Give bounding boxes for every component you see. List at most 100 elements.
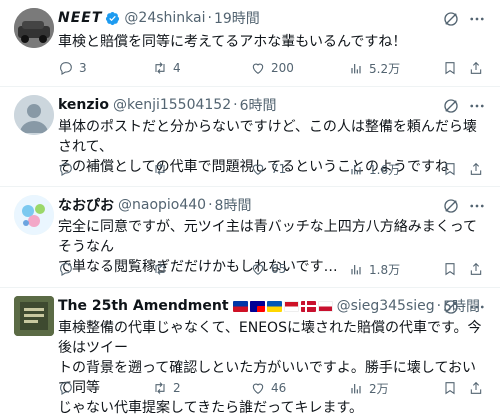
flag-indonesia-icon [283, 300, 299, 312]
handle[interactable]: @24shinkai [124, 10, 205, 26]
like-button[interactable]: 200 [250, 58, 294, 78]
flag-ukraine-icon [266, 300, 282, 312]
text-line: 車検整備の代車じゃなくて、ENEOSに壊された賠償の代車です。今後はツイー [58, 320, 482, 356]
views-button[interactable]: 1.8万 [348, 259, 400, 279]
action-bar: 3 4 200 5.2万 [58, 58, 486, 78]
separator-dot: · [436, 298, 442, 314]
like-count: 65 [271, 262, 287, 276]
like-button[interactable]: 46 [250, 378, 286, 398]
retweet-count: 4 [173, 61, 181, 75]
retweet-count: 2 [173, 381, 181, 395]
views-button[interactable]: 5.2万 [348, 58, 400, 78]
reply-button[interactable] [58, 378, 79, 398]
views-button[interactable]: 2万 [348, 378, 389, 398]
like-count: 200 [271, 61, 294, 75]
share-icon [470, 381, 482, 394]
verified-badge-icon [106, 11, 120, 25]
reply-feed: NEET @24shinkai · 19時間 車検と賠償を同等に考えてるアホな輩… [0, 0, 500, 416]
bookmark-button[interactable] [442, 378, 458, 398]
handle[interactable]: @naopio440 [118, 197, 206, 213]
reply-button[interactable] [58, 159, 79, 179]
heart-icon [252, 63, 264, 74]
reply-icon [60, 382, 72, 395]
tweet-text: 車検と賠償を同等に考えてるアホな輩もいるんですね！ [58, 34, 407, 50]
timestamp[interactable]: 6時間 [240, 95, 277, 115]
tweet[interactable]: なおぴお @naopio440 · 8時間 完全に同意ですが、元ツイ主は青バッチ… [0, 187, 500, 287]
display-name[interactable]: kenzio [58, 97, 109, 113]
more-options-icon[interactable] [468, 10, 486, 28]
flag-greenland-icon [317, 300, 333, 312]
like-button[interactable]: 71 [250, 159, 286, 179]
retweet-button[interactable] [152, 159, 173, 179]
grok-icon[interactable] [442, 298, 460, 316]
reply-icon [60, 263, 72, 276]
view-count: 1.8万 [369, 262, 401, 277]
share-icon [470, 262, 482, 275]
like-button[interactable]: 65 [250, 259, 286, 279]
reply-icon [60, 62, 72, 75]
timestamp[interactable]: 19時間 [214, 8, 260, 28]
tweet[interactable]: The 25th Amendment @sieg345sieg · 5時間 車検… [0, 288, 500, 416]
avatar[interactable] [14, 8, 54, 48]
share-button[interactable] [468, 159, 484, 179]
share-icon [470, 162, 482, 175]
bookmark-icon [445, 263, 455, 276]
reply-icon [60, 163, 72, 176]
view-count: 1.6万 [369, 162, 401, 177]
grok-icon[interactable] [442, 97, 460, 115]
views-icon [351, 384, 361, 394]
avatar[interactable] [14, 195, 54, 235]
views-button[interactable]: 1.6万 [348, 159, 400, 179]
action-bar: 2 46 2万 [58, 378, 486, 398]
retweet-icon [155, 263, 165, 275]
action-bar: 65 1.8万 [58, 259, 486, 279]
share-button[interactable] [468, 378, 484, 398]
share-icon [470, 61, 482, 74]
heart-icon [252, 264, 264, 275]
bookmark-icon [445, 62, 455, 75]
separator-dot: · [207, 10, 212, 26]
more-options-icon[interactable] [468, 298, 486, 316]
heart-icon [252, 164, 264, 175]
grok-icon[interactable] [442, 197, 460, 215]
like-count: 46 [271, 381, 287, 395]
view-count: 5.2万 [369, 61, 401, 76]
action-bar: 71 1.6万 [58, 159, 486, 179]
view-count: 2万 [369, 381, 389, 396]
share-button[interactable] [468, 58, 484, 78]
display-name[interactable]: なおぴお [58, 195, 114, 215]
views-icon [351, 265, 361, 275]
tweet[interactable]: NEET @24shinkai · 19時間 車検と賠償を同等に考えてるアホな輩… [0, 0, 500, 86]
display-name[interactable]: NEET [58, 10, 102, 26]
flag-philippines-icon [232, 300, 248, 312]
text-line: 完全に同意ですが、元ツイ主は青バッチな上四方八方絡みまくってそうなん [58, 219, 478, 255]
flag-taiwan-icon [249, 300, 265, 312]
timestamp[interactable]: 8時間 [215, 195, 252, 215]
grok-icon[interactable] [442, 10, 460, 28]
retweet-button[interactable] [152, 259, 173, 279]
bookmark-button[interactable] [442, 259, 458, 279]
handle[interactable]: @sieg345sieg [337, 298, 435, 314]
heart-icon [252, 383, 264, 394]
views-icon [351, 165, 361, 175]
reply-button[interactable] [58, 259, 79, 279]
bookmark-button[interactable] [442, 58, 458, 78]
separator-dot: · [233, 97, 238, 113]
handle[interactable]: @kenji15504152 [113, 97, 231, 113]
avatar[interactable] [14, 296, 54, 336]
reply-button[interactable]: 3 [58, 58, 87, 78]
avatar[interactable] [14, 95, 54, 135]
flag-emojis [232, 300, 333, 312]
more-options-icon[interactable] [468, 197, 486, 215]
retweet-icon [155, 163, 165, 175]
retweet-button[interactable]: 2 [152, 378, 181, 398]
reply-count: 3 [79, 61, 87, 75]
tweet-text: 車検整備の代車じゃなくて、ENEOSに壊された賠償の代車です。今後はツイー トの… [58, 318, 486, 418]
more-options-icon[interactable] [468, 97, 486, 115]
flag-denmark-icon [300, 300, 316, 312]
retweet-button[interactable]: 4 [152, 58, 181, 78]
share-button[interactable] [468, 259, 484, 279]
tweet[interactable]: kenzio @kenji15504152 · 6時間 単体のポストだと分からな… [0, 87, 500, 186]
display-name[interactable]: The 25th Amendment [58, 298, 229, 314]
bookmark-button[interactable] [442, 159, 458, 179]
